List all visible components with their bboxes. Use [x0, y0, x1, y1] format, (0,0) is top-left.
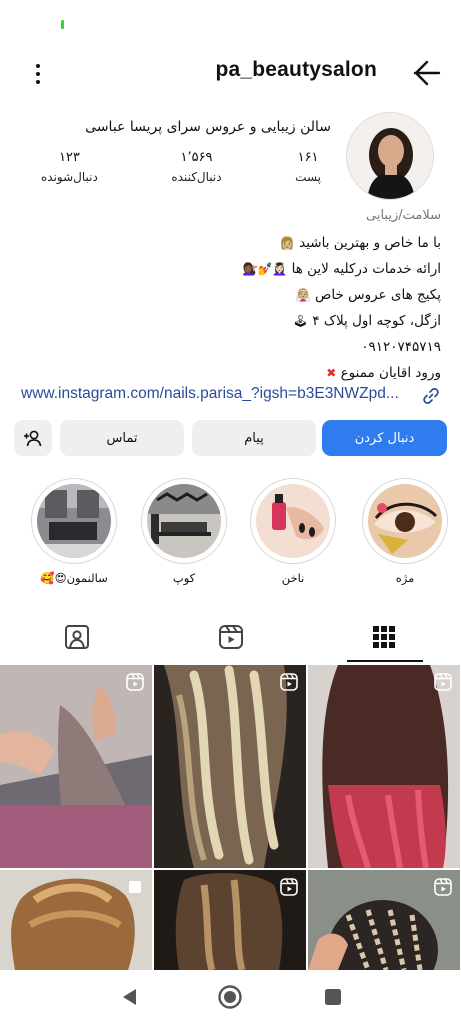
beauty-emoji-icon: 💆🏻‍♀️💅💇🏾‍♀️: [242, 262, 288, 276]
link-icon: [423, 388, 439, 404]
bio-text: ارائه خدمات درکلیه لاین ها: [291, 261, 441, 277]
status-bar: [0, 0, 461, 44]
highlight-lashes[interactable]: مژه: [362, 478, 448, 585]
bio-line: ۰۹۱۲۰۷۴۵۷۱۹: [11, 334, 441, 360]
bio-line: پکیج های عروس خاص 👰🏼: [11, 282, 441, 308]
bio-line: ارائه خدمات درکلیه لاین ها 💆🏻‍♀️💅💇🏾‍♀️: [11, 256, 442, 282]
bio-line: ازگل، کوچه اول پلاک ۴ 🕹: [11, 308, 441, 334]
status-indicator: [61, 20, 64, 29]
stat-label: پست: [295, 170, 321, 184]
reel-icon: [434, 878, 452, 896]
posts-grid: [0, 665, 461, 970]
bio-phone[interactable]: ۰۹۱۲۰۷۴۵۷۱۹: [361, 339, 441, 355]
bio-text: ازگل، کوچه اول پلاک ۴: [312, 313, 441, 329]
bio-text: پکیج های عروس خاص: [315, 287, 441, 303]
follow-button[interactable]: دنبال کردن: [322, 420, 447, 456]
highlight-label: کوپ: [172, 571, 196, 585]
reels-icon: [219, 625, 243, 649]
stat-label: دنبال‌کننده: [171, 170, 222, 184]
woman-emoji-icon: 👩🏼: [279, 236, 295, 250]
highlight-label: مژه: [395, 571, 415, 585]
pin-emoji-icon: 🕹: [292, 314, 309, 328]
post-thumbnail[interactable]: [154, 870, 306, 970]
highlight-label: ناخن: [281, 571, 305, 585]
add-user-icon: [24, 430, 42, 447]
profile-header: pa_beautysalon: [0, 52, 461, 94]
story-highlights: مژه ناخن کوپ سالنمون😍🥰: [0, 478, 461, 590]
profile-link[interactable]: www.instagram.com/nails.parisa_?igsh=b3E…: [21, 385, 441, 407]
post-type-icon: [129, 881, 141, 893]
post-thumbnail[interactable]: [0, 665, 152, 868]
stat-followers[interactable]: ۱٬۵۶۹ دنبال‌کننده: [171, 150, 221, 194]
back-arrow-icon[interactable]: [411, 58, 443, 88]
reel-icon: [126, 673, 144, 691]
profile-stats: ۱۶۱ پست ۱٬۵۶۹ دنبال‌کننده ۱۲۳ دنبال‌شوند…: [41, 150, 321, 194]
stat-value: ۱۲۳: [58, 150, 80, 165]
nav-home-icon[interactable]: [217, 984, 243, 1010]
tab-reels[interactable]: [154, 612, 308, 662]
more-options-icon[interactable]: [24, 60, 52, 88]
post-thumbnail[interactable]: [308, 870, 460, 970]
contact-button[interactable]: تماس: [60, 420, 184, 456]
profile-full-name: سالن زیبایی و عروس سرای پریسا عباسی: [85, 119, 331, 135]
bio-line: ورود اقایان ممنوع ✖: [11, 360, 441, 386]
reel-icon: [280, 673, 298, 691]
tab-grid[interactable]: [307, 612, 461, 662]
profile-avatar[interactable]: [346, 112, 434, 200]
profile-actions: تماس پیام دنبال کردن: [14, 420, 447, 456]
highlight-salon[interactable]: سالنمون😍🥰: [31, 478, 117, 585]
bride-emoji-icon: 👰🏼: [295, 288, 311, 302]
post-thumbnail[interactable]: [154, 665, 306, 868]
profile-category: سلامت/زیبایی: [366, 208, 441, 223]
profile-username: pa_beautysalon: [215, 58, 377, 81]
tagged-icon: [65, 625, 89, 649]
reel-icon: [280, 878, 298, 896]
suggest-users-button[interactable]: [14, 420, 52, 456]
nav-back-icon[interactable]: [116, 984, 142, 1010]
reel-icon: [434, 673, 452, 691]
bio-text: با ما خاص و بهترین باشید: [299, 235, 441, 251]
profile-content-tabs: [0, 612, 461, 662]
stat-value: ۱٬۵۶۹: [180, 150, 213, 165]
stat-posts[interactable]: ۱۶۱ پست: [295, 150, 321, 194]
cross-emoji-icon: ✖: [326, 366, 337, 380]
grid-icon: [373, 626, 395, 648]
nav-recents-icon[interactable]: [320, 984, 346, 1010]
post-thumbnail[interactable]: [0, 870, 152, 970]
highlight-coupe[interactable]: کوپ: [141, 478, 227, 585]
post-thumbnail[interactable]: [308, 665, 460, 868]
highlight-nails[interactable]: ناخن: [250, 478, 336, 585]
stat-value: ۱۶۱: [297, 150, 319, 165]
stat-label: دنبال‌شونده: [41, 170, 98, 184]
bio-text: ورود اقایان ممنوع: [340, 365, 441, 381]
tab-tagged[interactable]: [0, 612, 154, 662]
message-button[interactable]: پیام: [192, 420, 316, 456]
highlight-label: سالنمون😍🥰: [40, 571, 108, 585]
stat-following[interactable]: ۱۲۳ دنبال‌شونده: [41, 150, 98, 194]
system-navigation-bar: [0, 970, 461, 1024]
profile-bio: سلامت/زیبایی با ما خاص و بهترین باشید 👩🏼…: [11, 208, 442, 386]
bio-line: با ما خاص و بهترین باشید 👩🏼: [11, 230, 441, 256]
